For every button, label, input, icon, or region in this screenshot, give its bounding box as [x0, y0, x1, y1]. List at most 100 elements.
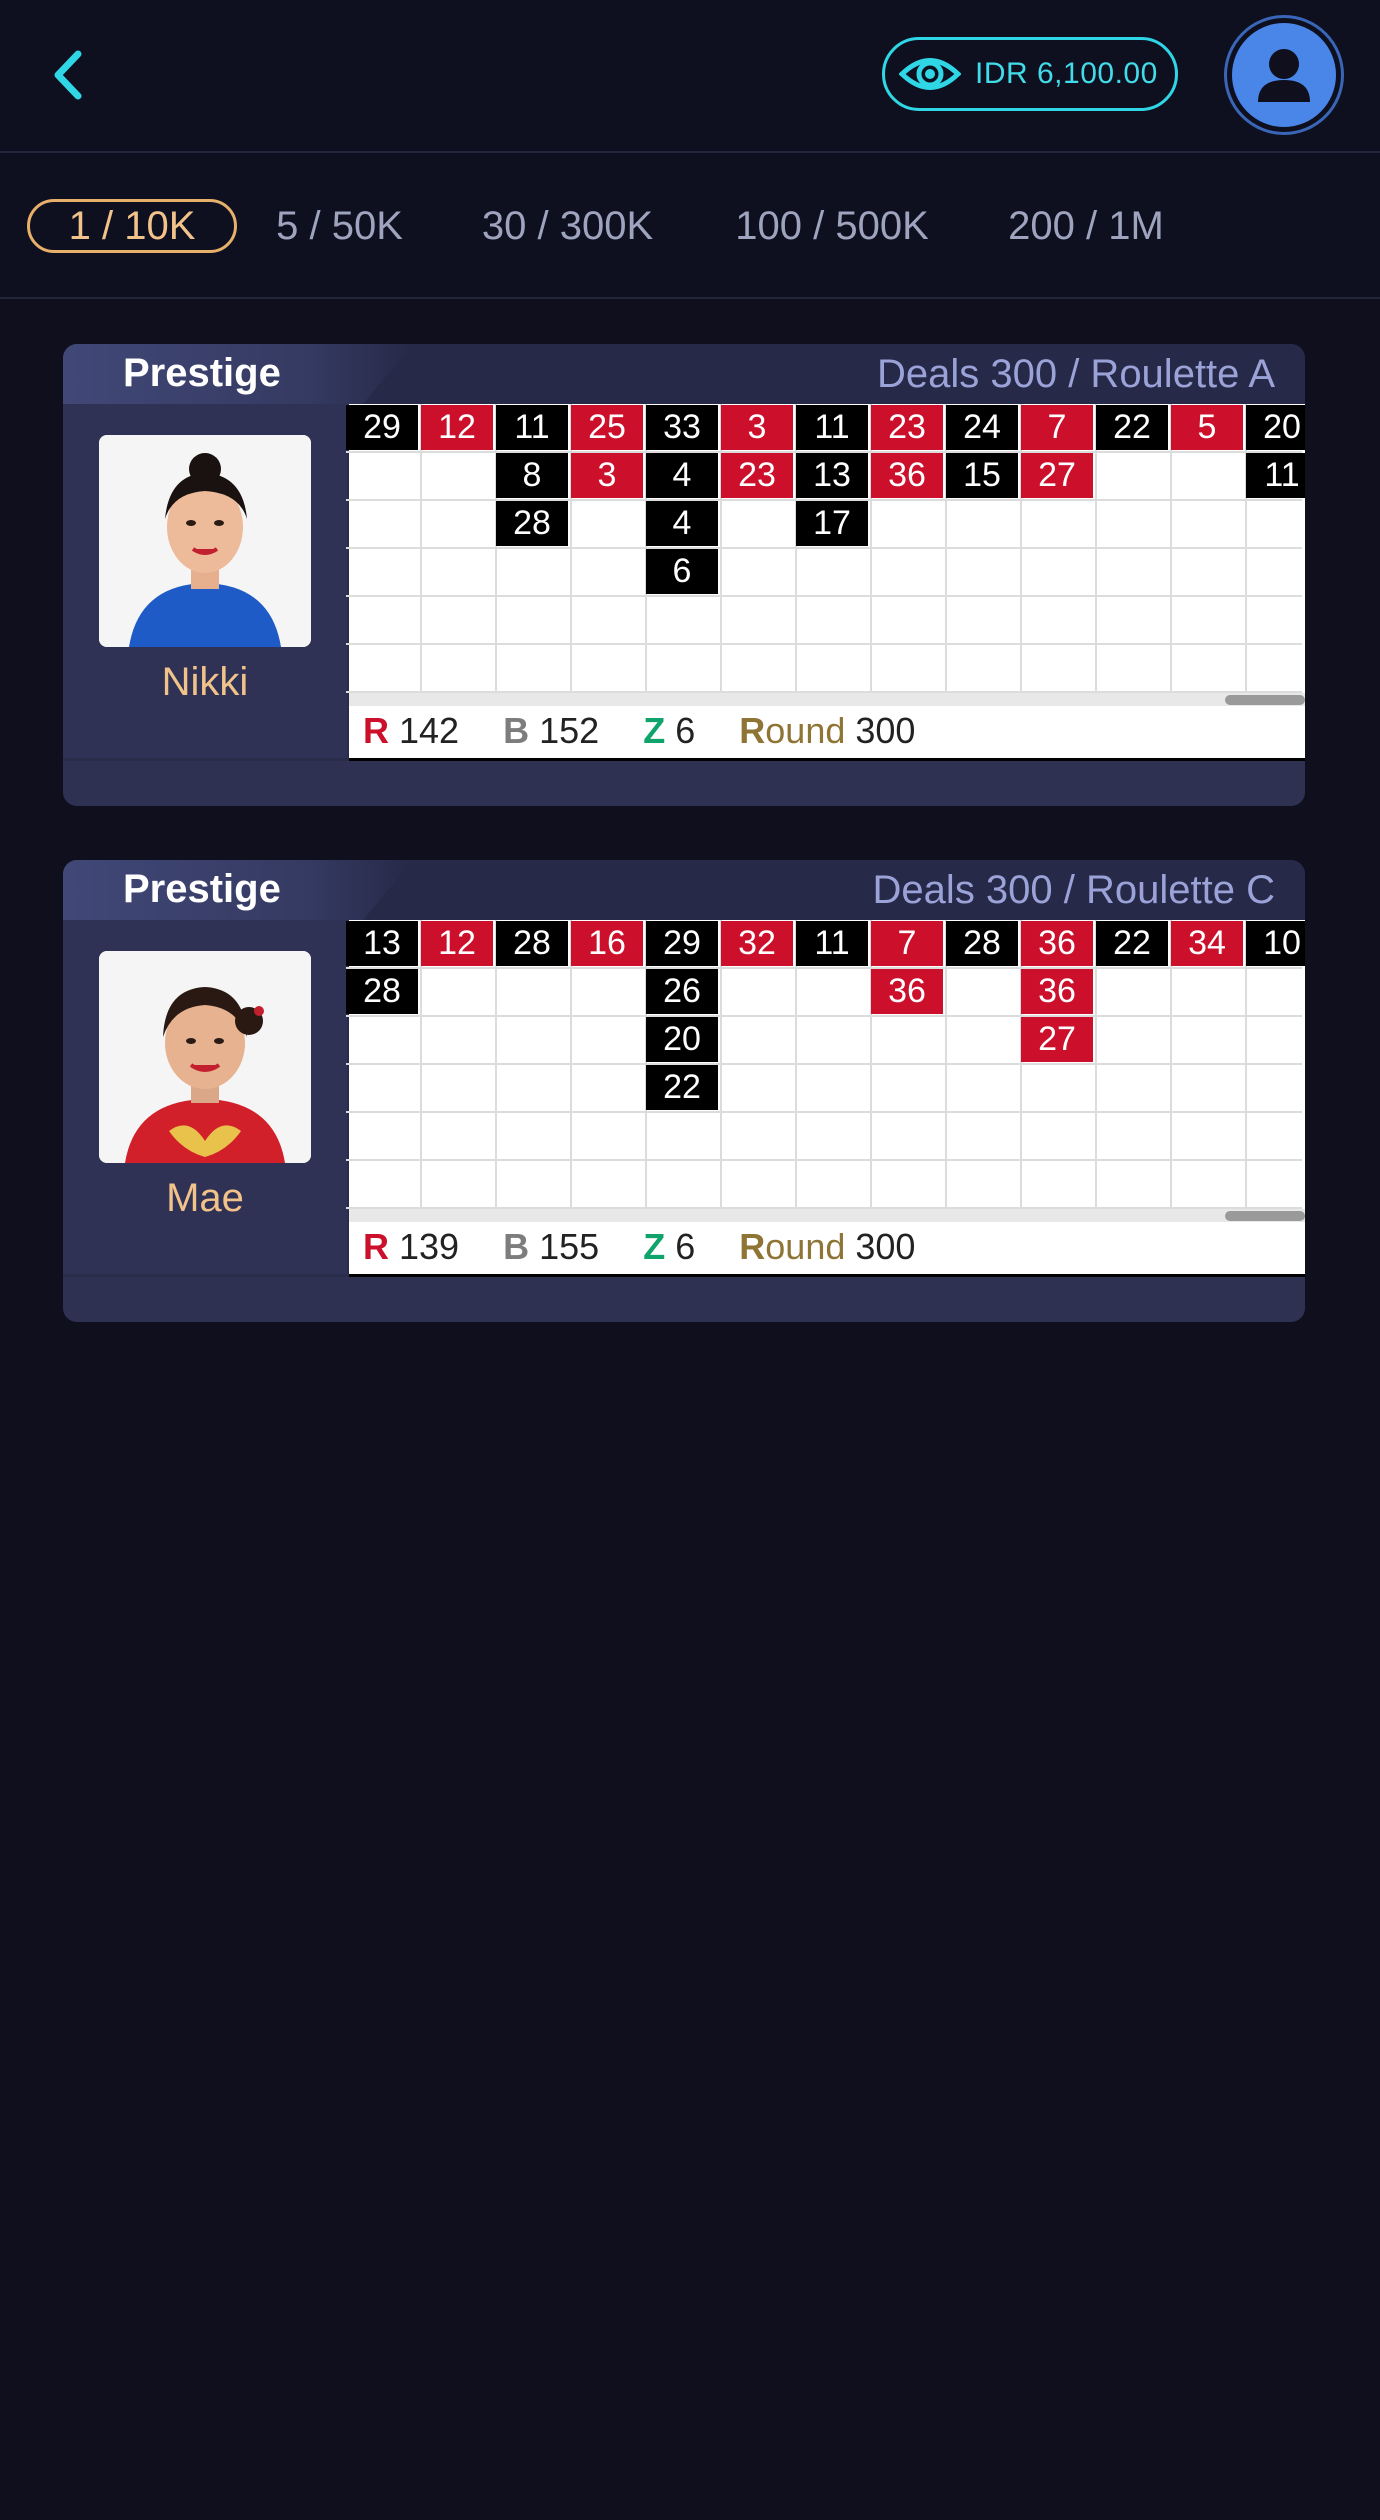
tab-100-500k[interactable]: 100 / 500K	[722, 199, 942, 253]
result-stats: R 139 B 155 Z 6 Round 300	[363, 1222, 915, 1272]
result-cell-black: 22	[1096, 921, 1168, 966]
result-cell-red: 3	[721, 405, 793, 450]
result-cell-black: 29	[646, 921, 718, 966]
bead-road-board: 29 12 11 8 28 25 3 33 4 4 6 3 23 11 13 17 23 36 24 15 7 27 22 5…	[346, 404, 1305, 761]
result-cell-black: 4	[646, 453, 718, 498]
result-cell-red: 36	[871, 969, 943, 1014]
result-cell-black: 20	[646, 1017, 718, 1062]
result-cell-black: 11	[1246, 453, 1305, 498]
round-count: 300	[855, 710, 916, 751]
result-cell-black: 28	[346, 969, 418, 1014]
bead-road-board: 13 28 12 28 16 29 26 20 22 32 11 7 36 28 36 36 27 22 34 10 …	[346, 920, 1305, 1277]
round-label-initial: R	[739, 1226, 766, 1267]
black-label: B	[503, 1226, 530, 1267]
tab-30-300k[interactable]: 30 / 300K	[470, 199, 665, 253]
brand-label: Prestige	[123, 867, 281, 911]
balance-pill[interactable]: IDR 6,100.00	[882, 37, 1178, 111]
round-count: 300	[855, 1226, 916, 1267]
result-cell-black: 22	[646, 1065, 718, 1110]
result-cell-black: 28	[946, 921, 1018, 966]
result-cell-red: 5	[1171, 405, 1243, 450]
result-cell-black: 33	[646, 405, 718, 450]
deals-label: Deals 300 / Roulette A	[876, 352, 1275, 396]
result-cell-black: 20	[1246, 405, 1305, 450]
result-cell-black: 13	[796, 453, 868, 498]
roulette-table-card[interactable]: Prestige Deals 300 / Roulette A Nikki 29…	[63, 344, 1305, 806]
card-footer	[63, 1277, 1305, 1322]
tab-1-10k[interactable]: 1 / 10K	[27, 199, 237, 253]
result-cell-red: 23	[871, 405, 943, 450]
black-count: 155	[539, 1226, 600, 1267]
result-cell-red: 12	[421, 921, 493, 966]
result-cell-red: 16	[571, 921, 643, 966]
result-cell-black: 28	[496, 921, 568, 966]
eye-icon	[899, 58, 961, 90]
black-label: B	[503, 710, 530, 751]
chevron-left-icon	[54, 50, 82, 100]
limit-tabs: 1 / 10K 5 / 50K 30 / 300K 100 / 500K 200…	[0, 153, 1380, 299]
result-cell-black: 4	[646, 501, 718, 546]
tab-200-1m[interactable]: 200 / 1M	[996, 199, 1176, 253]
result-cell-red: 36	[1021, 969, 1093, 1014]
result-cell-black: 13	[346, 921, 418, 966]
card-header: Prestige Deals 300 / Roulette C	[63, 860, 1305, 920]
result-cell-black: 8	[496, 453, 568, 498]
result-cell-red: 12	[421, 405, 493, 450]
result-cell-red: 23	[721, 453, 793, 498]
result-cell-red: 25	[571, 405, 643, 450]
red-label: R	[363, 710, 389, 751]
result-cell-black: 29	[346, 405, 418, 450]
result-cell-red: 36	[1021, 921, 1093, 966]
round-label-rest: ound	[765, 1226, 846, 1267]
result-cell-black: 11	[796, 405, 868, 450]
result-cell-red: 27	[1021, 1017, 1093, 1062]
dealer-name: Mae	[166, 1176, 244, 1220]
zero-count: 6	[675, 710, 696, 751]
result-cell-black: 15	[946, 453, 1018, 498]
result-cell-red: 32	[721, 921, 793, 966]
dealer-panel: Mae	[63, 920, 347, 1274]
dealer-panel: Nikki	[63, 404, 347, 758]
brand-label: Prestige	[123, 351, 281, 395]
result-cell-black: 22	[1096, 405, 1168, 450]
result-stats: R 142 B 152 Z 6 Round 300	[363, 706, 915, 756]
round-label-rest: ound	[765, 710, 846, 751]
zero-label: Z	[643, 1226, 666, 1267]
board-scroll-thumb[interactable]	[1225, 1211, 1305, 1221]
result-cell-black: 17	[796, 501, 868, 546]
zero-count: 6	[675, 1226, 696, 1267]
result-cell-red: 3	[571, 453, 643, 498]
result-cell-black: 11	[796, 921, 868, 966]
user-icon	[1258, 49, 1310, 102]
roulette-table-card[interactable]: Prestige Deals 300 / Roulette C Mae 13 28…	[63, 860, 1305, 1322]
card-header: Prestige Deals 300 / Roulette A	[63, 344, 1305, 404]
result-cell-red: 7	[871, 921, 943, 966]
result-cell-black: 24	[946, 405, 1018, 450]
back-button[interactable]	[40, 40, 100, 110]
result-cell-black: 28	[496, 501, 568, 546]
result-cell-red: 36	[871, 453, 943, 498]
board-scroll-thumb[interactable]	[1225, 695, 1305, 705]
red-count: 142	[399, 710, 460, 751]
card-footer	[63, 761, 1305, 806]
result-cell-red: 27	[1021, 453, 1093, 498]
tab-5-50k[interactable]: 5 / 50K	[262, 199, 417, 253]
dealer-photo	[99, 951, 311, 1163]
result-cell-red: 7	[1021, 405, 1093, 450]
round-label-initial: R	[739, 710, 766, 751]
profile-button[interactable]	[1224, 15, 1344, 135]
dealer-name: Nikki	[161, 660, 249, 704]
bead-road-grid: 29 12 11 8 28 25 3 33 4 4 6 3 23 11 13 17 23 36 24 15 7 27 22 5…	[346, 404, 1305, 693]
deals-label: Deals 300 / Roulette C	[872, 868, 1275, 912]
board-scrollbar[interactable]	[349, 693, 1305, 706]
bead-road-grid: 13 28 12 28 16 29 26 20 22 32 11 7 36 28 36 36 27 22 34 10	[346, 920, 1305, 1209]
board-scrollbar[interactable]	[349, 1209, 1305, 1222]
balance-amount: IDR 6,100.00	[975, 57, 1158, 90]
result-cell-black: 11	[496, 405, 568, 450]
red-count: 139	[399, 1226, 460, 1267]
dealer-photo	[99, 435, 311, 647]
result-cell-red: 34	[1171, 921, 1243, 966]
result-cell-black: 6	[646, 549, 718, 594]
zero-label: Z	[643, 710, 666, 751]
result-cell-black: 26	[646, 969, 718, 1014]
